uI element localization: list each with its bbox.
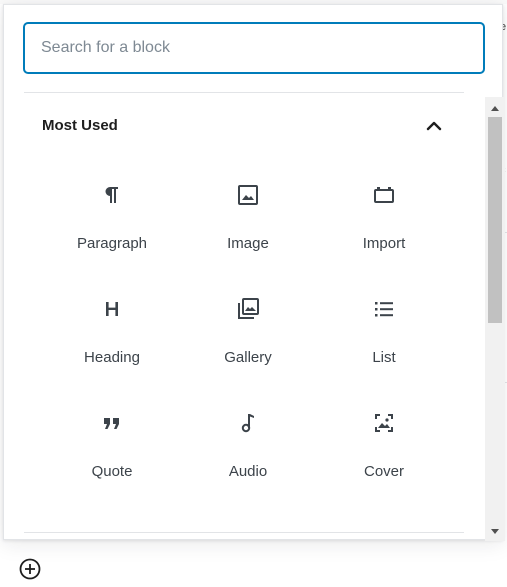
plus-circle-icon[interactable] xyxy=(18,557,42,581)
block-item-cover[interactable]: Cover xyxy=(316,383,452,483)
import-icon xyxy=(372,183,396,207)
divider xyxy=(24,532,464,533)
quote-icon xyxy=(100,411,124,435)
list-icon xyxy=(372,297,396,321)
cover-icon xyxy=(372,411,396,435)
block-item-import[interactable]: Import xyxy=(316,155,452,255)
panel-header-most-used[interactable]: Most Used xyxy=(24,101,464,149)
search-container xyxy=(24,23,484,73)
block-label: Quote xyxy=(91,463,133,480)
panel-title: Most Used xyxy=(42,117,118,134)
gallery-icon xyxy=(236,297,260,321)
block-item-quote[interactable]: Quote xyxy=(44,383,180,483)
block-label: Import xyxy=(362,235,406,252)
block-label: Heading xyxy=(84,349,140,366)
block-label: Audio xyxy=(228,463,268,480)
block-item-image[interactable]: Image xyxy=(180,155,316,255)
block-label: Gallery xyxy=(224,349,272,366)
image-icon xyxy=(236,183,260,207)
block-item-list[interactable]: List xyxy=(316,269,452,369)
audio-icon xyxy=(236,411,260,435)
scroll-up-arrow-icon[interactable] xyxy=(485,101,505,113)
block-item-gallery[interactable]: Gallery xyxy=(180,269,316,369)
scrollbar[interactable] xyxy=(485,97,505,541)
heading-icon xyxy=(100,297,124,321)
block-label: Image xyxy=(227,235,269,252)
block-item-paragraph[interactable]: Paragraph xyxy=(44,155,180,255)
scroll-down-arrow-icon[interactable] xyxy=(485,525,505,537)
search-input[interactable] xyxy=(24,23,484,73)
paragraph-icon xyxy=(100,183,124,207)
block-item-heading[interactable]: Heading xyxy=(44,269,180,369)
block-inserter-popover: Most Used Paragraph Image Import xyxy=(3,4,505,541)
divider xyxy=(24,92,464,93)
block-item-audio[interactable]: Audio xyxy=(180,383,316,483)
scrollbar-thumb[interactable] xyxy=(488,117,502,323)
block-label: List xyxy=(372,349,396,366)
block-label: Paragraph xyxy=(76,235,148,252)
chevron-up-icon[interactable] xyxy=(424,117,444,133)
block-label: Cover xyxy=(363,463,404,480)
